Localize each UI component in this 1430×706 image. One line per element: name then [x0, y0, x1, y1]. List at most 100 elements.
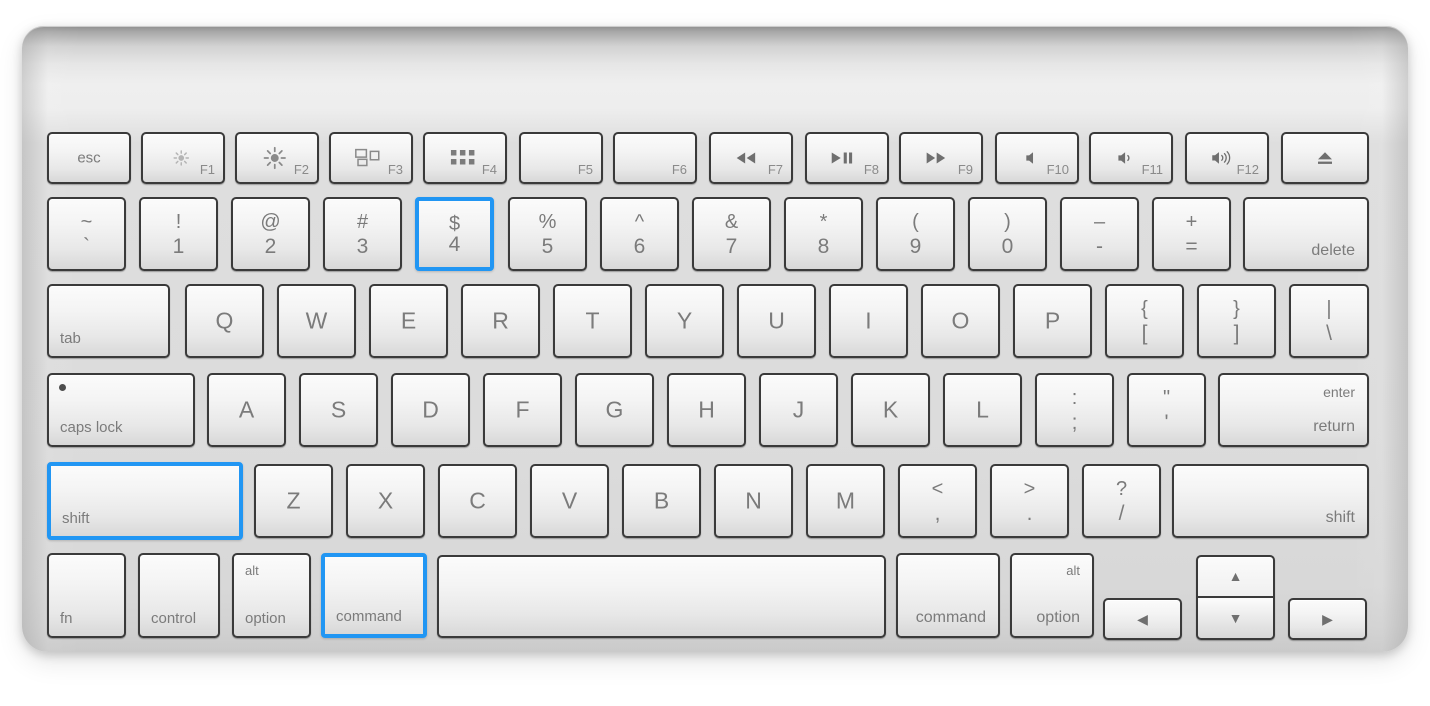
key-o[interactable]: O: [921, 284, 1000, 358]
mute-icon: [1025, 150, 1041, 166]
key-f8[interactable]: F8: [805, 132, 889, 184]
key-k[interactable]: K: [851, 373, 930, 447]
key-0[interactable]: ) 0: [968, 197, 1047, 271]
key-g[interactable]: G: [575, 373, 654, 447]
key-comma[interactable]: < ,: [898, 464, 977, 538]
key-n[interactable]: N: [714, 464, 793, 538]
key-backtick[interactable]: ~ `: [47, 197, 126, 271]
key-label: =: [1185, 235, 1198, 258]
key-option-right[interactable]: alt option: [1010, 553, 1094, 638]
key-label: K: [882, 396, 899, 423]
key-arrow-left[interactable]: ◀: [1103, 598, 1182, 640]
key-2[interactable]: @ 2: [231, 197, 310, 271]
key-label: .: [1026, 502, 1033, 525]
key-label-shifted: +: [1185, 211, 1198, 233]
key-f5[interactable]: F5: [519, 132, 603, 184]
key-label: A: [238, 396, 255, 423]
arrow-down-icon: ▼: [1228, 609, 1243, 626]
key-label: 9: [909, 235, 922, 258]
key-command-right[interactable]: command: [896, 553, 1000, 638]
key-1[interactable]: ! 1: [139, 197, 218, 271]
key-bracket-right[interactable]: } ]: [1197, 284, 1276, 358]
key-f11[interactable]: F11: [1089, 132, 1173, 184]
key-j[interactable]: J: [759, 373, 838, 447]
key-9[interactable]: ( 9: [876, 197, 955, 271]
key-fn[interactable]: fn: [47, 553, 126, 638]
key-4[interactable]: $ 4: [415, 197, 494, 271]
key-f[interactable]: F: [483, 373, 562, 447]
volume-down-icon: [1117, 150, 1137, 166]
key-z[interactable]: Z: [254, 464, 333, 538]
key-tab[interactable]: tab: [47, 284, 170, 358]
key-arrow-up[interactable]: ▲: [1198, 557, 1273, 598]
key-label: shift: [1325, 509, 1355, 526]
key-return[interactable]: enter return: [1218, 373, 1369, 447]
play-pause-icon: [830, 151, 854, 165]
key-fnumber: F8: [863, 162, 879, 177]
key-semicolon[interactable]: : ;: [1035, 373, 1114, 447]
key-v[interactable]: V: [530, 464, 609, 538]
key-caps-lock[interactable]: caps lock: [47, 373, 195, 447]
key-f10[interactable]: F10: [995, 132, 1079, 184]
key-r[interactable]: R: [461, 284, 540, 358]
key-arrow-down[interactable]: ▼: [1198, 598, 1273, 639]
key-b[interactable]: B: [622, 464, 701, 538]
key-equal[interactable]: + =: [1152, 197, 1231, 271]
key-y[interactable]: Y: [645, 284, 724, 358]
key-a[interactable]: A: [207, 373, 286, 447]
key-u[interactable]: U: [737, 284, 816, 358]
key-slash[interactable]: ? /: [1082, 464, 1161, 538]
key-f4[interactable]: F4: [423, 132, 507, 184]
key-delete[interactable]: delete: [1243, 197, 1369, 271]
key-option-left[interactable]: alt option: [232, 553, 311, 638]
key-6[interactable]: ^ 6: [600, 197, 679, 271]
key-quote[interactable]: " ': [1127, 373, 1206, 447]
key-h[interactable]: H: [667, 373, 746, 447]
key-label: 7: [725, 235, 738, 258]
key-i[interactable]: I: [829, 284, 908, 358]
key-5[interactable]: % 5: [508, 197, 587, 271]
key-minus[interactable]: – -: [1060, 197, 1139, 271]
key-control[interactable]: control: [138, 553, 220, 638]
key-bracket-left[interactable]: { [: [1105, 284, 1184, 358]
key-fnumber: F5: [577, 162, 593, 177]
key-label: W: [305, 307, 328, 334]
key-m[interactable]: M: [806, 464, 885, 538]
key-t[interactable]: T: [553, 284, 632, 358]
key-eject[interactable]: [1281, 132, 1369, 184]
key-label: option: [245, 610, 286, 627]
key-l[interactable]: L: [943, 373, 1022, 447]
key-d[interactable]: D: [391, 373, 470, 447]
key-w[interactable]: W: [277, 284, 356, 358]
key-f6[interactable]: F6: [613, 132, 697, 184]
key-period[interactable]: > .: [990, 464, 1069, 538]
key-8[interactable]: * 8: [784, 197, 863, 271]
key-p[interactable]: P: [1013, 284, 1092, 358]
key-7[interactable]: & 7: [692, 197, 771, 271]
key-f1[interactable]: F1: [141, 132, 225, 184]
key-f7[interactable]: F7: [709, 132, 793, 184]
key-label: N: [745, 487, 762, 514]
key-command-left[interactable]: command: [321, 553, 427, 638]
key-f12[interactable]: F12: [1185, 132, 1269, 184]
rewind-icon: [735, 151, 757, 165]
key-q[interactable]: Q: [185, 284, 264, 358]
key-s[interactable]: S: [299, 373, 378, 447]
key-shift-right[interactable]: shift: [1172, 464, 1369, 538]
key-arrow-right[interactable]: ▶: [1288, 598, 1367, 640]
key-shift-left[interactable]: shift: [47, 462, 243, 540]
key-space[interactable]: [437, 555, 886, 638]
key-3[interactable]: # 3: [323, 197, 402, 271]
key-f9[interactable]: F9: [899, 132, 983, 184]
key-c[interactable]: C: [438, 464, 517, 538]
key-f3[interactable]: F3: [329, 132, 413, 184]
key-f2[interactable]: F2: [235, 132, 319, 184]
key-backslash[interactable]: | \: [1289, 284, 1369, 358]
key-label: E: [400, 307, 417, 334]
key-x[interactable]: X: [346, 464, 425, 538]
key-label: J: [792, 396, 805, 423]
key-e[interactable]: E: [369, 284, 448, 358]
key-esc[interactable]: esc: [47, 132, 131, 184]
key-label: D: [422, 396, 439, 423]
key-label-shifted: *: [819, 211, 828, 233]
